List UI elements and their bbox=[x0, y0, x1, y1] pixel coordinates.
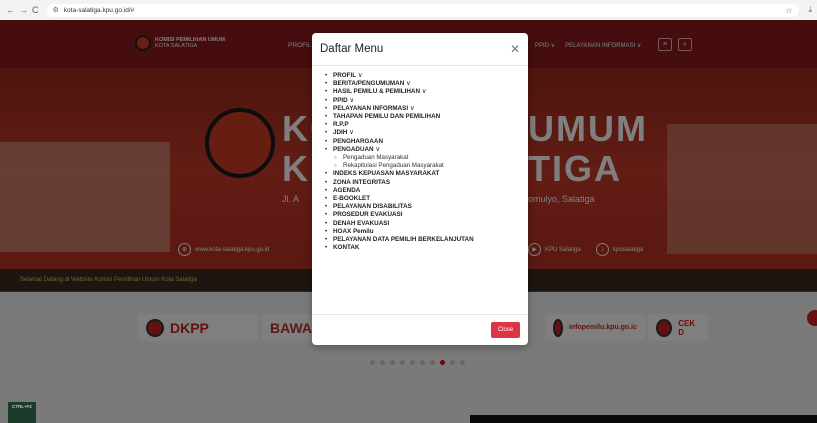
browser-toolbar: ← → C ⚙ kota-salatiga.kpu.go.id/# ☆ ⤓ ≡ … bbox=[0, 0, 817, 20]
submenu-item[interactable]: Pengaduan Masyarakat bbox=[333, 154, 528, 162]
menu-item-denah-evakuasi[interactable]: DENAH EVAKUASI bbox=[325, 220, 528, 228]
menu-item-label: PROFIL bbox=[333, 72, 357, 79]
menu-item-label: R.P.P bbox=[333, 121, 349, 129]
menu-item-label: PROSEDUR EVAKUASI bbox=[333, 211, 403, 219]
chevron-down-icon: ∨ bbox=[347, 96, 355, 104]
menu-item-label: INDEKS KEPUASAN MASYARAKAT bbox=[333, 170, 440, 178]
address-bar[interactable]: ⚙ kota-salatiga.kpu.go.id/# ☆ bbox=[46, 3, 799, 17]
menu-item-label: PENGADUAN bbox=[333, 145, 374, 153]
menu-item-label: PENGHARGAAN bbox=[333, 137, 384, 145]
menu-item-label: DENAH EVAKUASI bbox=[333, 219, 390, 227]
close-icon[interactable]: ✕ bbox=[510, 42, 520, 56]
menu-item-kontak[interactable]: KONTAK bbox=[325, 244, 528, 252]
download-icon[interactable]: ⤓ bbox=[809, 5, 813, 15]
modal-footer: Close bbox=[312, 314, 528, 345]
url-text: kota-salatiga.kpu.go.id/# bbox=[63, 6, 135, 14]
menu-item-label: PPID bbox=[333, 96, 348, 104]
menu-item-profil[interactable]: PROFIL ∨ bbox=[325, 72, 528, 80]
menu-item-label: HOAX Pemilu bbox=[333, 227, 374, 235]
menu-item-pelayanan-informasi[interactable]: PELAYANAN INFORMASI ∨ bbox=[325, 105, 528, 113]
menu-item-label: KONTAK bbox=[333, 244, 360, 252]
modal-header: Daftar Menu ✕ bbox=[312, 33, 528, 66]
forward-icon[interactable]: → bbox=[19, 4, 28, 16]
chevron-down-icon: ∨ bbox=[408, 104, 415, 112]
submenu-item[interactable]: Rekapitulasi Pengaduan Masyarakat bbox=[333, 162, 528, 170]
menu-item-pelayanan-disabilitas[interactable]: PELAYANAN DISABILITAS bbox=[325, 203, 528, 211]
menu-item-label: PELAYANAN DATA PEMILIH BERKELANJUTAN bbox=[333, 236, 474, 244]
accessibility-badge[interactable]: CTRL+F2 bbox=[8, 402, 36, 423]
menu-list: PROFIL ∨BERITA/PENGUMUMAN ∨HASIL PEMILU … bbox=[325, 72, 528, 253]
submenu-list: Pengaduan MasyarakatRekapitulasi Pengadu… bbox=[333, 154, 528, 171]
chevron-down-icon: ∨ bbox=[356, 72, 363, 79]
menu-item-prosedur-evakuasi[interactable]: PROSEDUR EVAKUASI bbox=[325, 211, 528, 219]
site-info-icon[interactable]: ⚙ bbox=[53, 6, 59, 14]
menu-item-label: ZONA INTEGRITAS bbox=[333, 178, 391, 186]
chevron-down-icon: ∨ bbox=[420, 88, 427, 96]
menu-item-label: TAHAPAN PEMILU DAN PEMILIHAN bbox=[333, 113, 441, 121]
menu-item-label: JDIH bbox=[333, 129, 348, 137]
bookmark-star-icon[interactable]: ☆ bbox=[785, 6, 792, 15]
menu-item-indeks-kepuasan-masyarakat[interactable]: INDEKS KEPUASAN MASYARAKAT bbox=[325, 170, 528, 178]
chevron-down-icon: ∨ bbox=[347, 129, 354, 137]
menu-item-r-p-p[interactable]: R.P.P bbox=[325, 121, 528, 129]
close-button[interactable]: Close bbox=[491, 322, 520, 338]
menu-modal: Daftar Menu ✕ PROFIL ∨BERITA/PENGUMUMAN … bbox=[312, 33, 528, 345]
menu-item-berita-pengumuman[interactable]: BERITA/PENGUMUMAN ∨ bbox=[325, 80, 528, 88]
menu-item-label: E-BOOKLET bbox=[333, 195, 371, 203]
chevron-down-icon: ∨ bbox=[373, 145, 380, 153]
menu-item-hasil-pemilu-pemilihan[interactable]: HASIL PEMILU & PEMILIHAN ∨ bbox=[325, 88, 528, 96]
menu-item-e-booklet[interactable]: E-BOOKLET bbox=[325, 195, 528, 203]
menu-item-hoax-pemilu[interactable]: HOAX Pemilu bbox=[325, 228, 528, 236]
menu-item-pelayanan-data-pemilih-berkelanjutan[interactable]: PELAYANAN DATA PEMILIH BERKELANJUTAN bbox=[325, 236, 528, 244]
menu-item-label: AGENDA bbox=[333, 186, 361, 194]
menu-item-jdih[interactable]: JDIH ∨ bbox=[325, 129, 528, 137]
menu-item-label: HASIL PEMILU & PEMILIHAN bbox=[333, 88, 420, 96]
menu-item-penghargaan[interactable]: PENGHARGAAN bbox=[325, 138, 528, 146]
menu-item-tahapan-pemilu-dan-pemilihan[interactable]: TAHAPAN PEMILU DAN PEMILIHAN bbox=[325, 113, 528, 121]
menu-item-label: PELAYANAN DISABILITAS bbox=[333, 203, 412, 211]
menu-item-ppid[interactable]: PPID ∨ bbox=[325, 97, 528, 105]
modal-title: Daftar Menu bbox=[320, 43, 384, 55]
modal-body: PROFIL ∨BERITA/PENGUMUMAN ∨HASIL PEMILU … bbox=[312, 66, 528, 314]
reload-icon[interactable]: C bbox=[32, 4, 39, 16]
back-icon[interactable]: ← bbox=[6, 4, 15, 16]
menu-item-zona-integritas[interactable]: ZONA INTEGRITAS bbox=[325, 179, 528, 187]
menu-item-agenda[interactable]: AGENDA bbox=[325, 187, 528, 195]
menu-item-label: BERITA/PENGUMUMAN bbox=[333, 80, 405, 88]
menu-item-pengaduan[interactable]: PENGADUAN ∨Pengaduan MasyarakatRekapitul… bbox=[325, 146, 528, 171]
menu-item-label: PELAYANAN INFORMASI bbox=[333, 104, 409, 112]
chevron-down-icon: ∨ bbox=[404, 80, 411, 88]
